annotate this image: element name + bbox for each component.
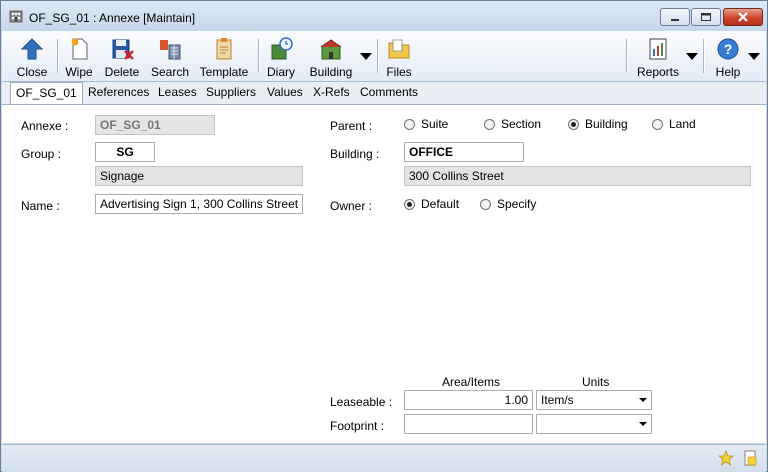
minimize-button[interactable] — [660, 8, 690, 26]
title-bar[interactable]: OF_SG_01 : Annexe [Maintain] — [1, 1, 767, 31]
building-label: Building — [309, 65, 353, 79]
footprint-label: Footprint : — [330, 419, 385, 433]
app-window: OF_SG_01 : Annexe [Maintain] Close Wipe — [0, 0, 768, 472]
parent-building-label[interactable]: Building — [585, 117, 628, 131]
star-icon[interactable] — [718, 450, 734, 466]
parent-land-label[interactable]: Land — [669, 117, 696, 131]
group-label: Group : — [21, 147, 62, 161]
reports-button[interactable]: Reports — [634, 33, 682, 79]
diary-button[interactable]: Diary — [262, 33, 300, 79]
window-title: OF_SG_01 : Annexe [Maintain] — [29, 11, 196, 25]
owner-default-label[interactable]: Default — [421, 197, 459, 211]
footprint-units-select[interactable] — [536, 414, 652, 434]
toolbar-separator — [258, 39, 260, 73]
toolbar: Close Wipe Delete Search Template Diary … — [2, 31, 766, 82]
maximize-button[interactable] — [691, 8, 721, 26]
help-label: Help — [715, 65, 741, 79]
close-label: Close — [16, 65, 48, 79]
footprint-area-field[interactable] — [404, 414, 533, 434]
annexe-label: Annexe : — [21, 119, 69, 133]
reports-dropdown-arrow[interactable] — [686, 53, 698, 60]
chevron-down-icon — [639, 398, 647, 402]
parent-section-radio[interactable] — [484, 119, 495, 130]
parent-label: Parent : — [330, 119, 373, 133]
building-icon — [9, 10, 23, 23]
form-panel: Annexe : OF_SG_01 Group : SG Signage Nam… — [2, 105, 766, 443]
radio-selected-dot — [571, 122, 576, 127]
annexe-field: OF_SG_01 — [95, 115, 215, 135]
toolbar-separator — [626, 39, 628, 73]
wipe-button[interactable]: Wipe — [60, 33, 98, 79]
owner-specify-radio[interactable] — [480, 199, 491, 210]
tab-suppliers[interactable]: Suppliers — [206, 85, 256, 99]
tab-references[interactable]: References — [88, 85, 149, 99]
tab-comments[interactable]: Comments — [360, 85, 418, 99]
name-label: Name : — [21, 199, 60, 213]
leaseable-units-select[interactable]: Item/s — [536, 390, 652, 410]
building-code-field[interactable]: OFFICE — [404, 142, 524, 162]
delete-button[interactable]: Delete — [101, 33, 143, 79]
files-label: Files — [386, 65, 412, 79]
reports-label: Reports — [636, 65, 680, 79]
close-button[interactable]: Close — [8, 33, 56, 79]
close-icon — [738, 12, 748, 22]
document-icon[interactable] — [742, 450, 758, 466]
toolbar-separator — [57, 39, 59, 73]
diary-clock-icon — [271, 37, 293, 60]
status-bar — [2, 444, 766, 472]
files-button[interactable]: Files — [382, 33, 416, 79]
maximize-icon — [701, 13, 711, 21]
units-header: Units — [582, 375, 610, 389]
folder-icon — [388, 39, 410, 59]
floppy-delete-icon — [112, 39, 134, 60]
leaseable-units-value: Item/s — [541, 393, 574, 407]
up-arrow-icon — [20, 38, 44, 60]
delete-label: Delete — [104, 65, 140, 79]
tab-values[interactable]: Values — [267, 85, 303, 99]
help-icon: ? — [717, 38, 739, 60]
template-button[interactable]: Template — [197, 33, 251, 79]
owner-specify-label[interactable]: Specify — [497, 197, 536, 211]
window-close-button[interactable] — [723, 8, 763, 26]
group-code-field[interactable]: SG — [95, 142, 155, 162]
search-button[interactable]: Search — [147, 33, 193, 79]
search-label: Search — [150, 65, 190, 79]
leaseable-label: Leaseable : — [330, 395, 393, 409]
parent-land-radio[interactable] — [652, 119, 663, 130]
report-icon — [649, 38, 667, 60]
template-label: Template — [199, 65, 249, 79]
building-label: Building : — [330, 147, 380, 161]
building-button[interactable]: Building — [304, 33, 358, 79]
group-name-field: Signage — [95, 166, 303, 186]
tab-x-refs[interactable]: X-Refs — [313, 85, 350, 99]
wipe-label: Wipe — [65, 65, 93, 79]
owner-label: Owner : — [330, 199, 373, 213]
building-name-field: 300 Collins Street — [404, 166, 751, 186]
parent-building-radio[interactable] — [568, 119, 579, 130]
clipboard-icon — [216, 38, 232, 60]
help-dropdown-arrow[interactable] — [748, 53, 760, 60]
leaseable-area-field[interactable]: 1.00 — [404, 390, 533, 410]
search-grid-icon — [160, 40, 181, 60]
parent-section-label[interactable]: Section — [501, 117, 541, 131]
tab-leases[interactable]: Leases — [158, 85, 197, 99]
name-field[interactable]: Advertising Sign 1, 300 Collins Street — [95, 194, 303, 214]
building-icon — [320, 39, 342, 60]
radio-selected-dot — [407, 202, 412, 207]
tab-strip: OF_SG_01 References Leases Suppliers Val… — [2, 82, 766, 105]
diary-label: Diary — [266, 65, 295, 79]
svg-text:?: ? — [724, 41, 733, 57]
chevron-down-icon — [639, 422, 647, 426]
tab-annexe[interactable]: OF_SG_01 — [10, 82, 83, 104]
help-button[interactable]: ? Help — [708, 33, 748, 79]
owner-default-radio[interactable] — [404, 199, 415, 210]
building-dropdown-arrow[interactable] — [360, 53, 372, 60]
new-page-icon — [71, 38, 88, 60]
area-items-header: Area/Items — [442, 375, 501, 389]
parent-suite-label[interactable]: Suite — [421, 117, 448, 131]
toolbar-separator — [703, 39, 705, 73]
parent-suite-radio[interactable] — [404, 119, 415, 130]
minimize-icon — [671, 19, 679, 21]
toolbar-separator — [377, 39, 379, 73]
